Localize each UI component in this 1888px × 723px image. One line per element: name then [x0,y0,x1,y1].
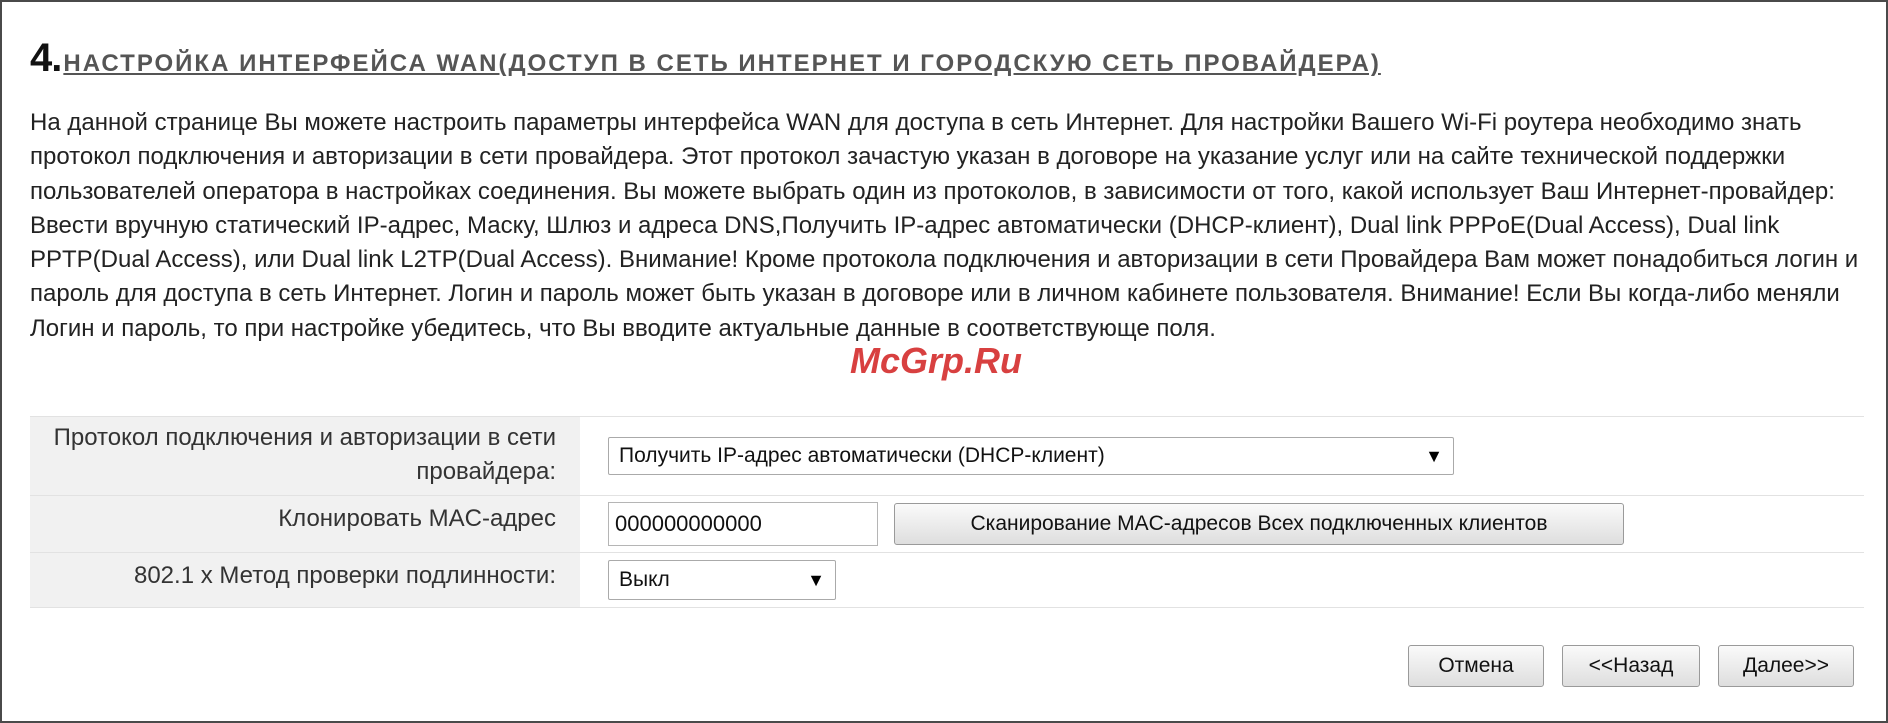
chevron-down-icon: ▼ [807,569,825,590]
protocol-selected-value: Получить IP-адрес автоматически (DHCP-кл… [619,444,1105,467]
step-number: 4. [30,36,62,80]
mac-clone-label: Клонировать MAC-адрес [30,496,580,552]
auth-method-row: 802.1 x Метод проверки подлинности: Выкл… [30,553,1864,608]
wizard-actions: Отмена <<Назад Далее>> [1408,645,1854,687]
auth-method-label: 802.1 x Метод проверки подлинности: [30,553,580,607]
auth-method-control: Выкл ▼ [580,553,1864,607]
watermark: McGrp.Ru [850,340,1023,381]
wan-settings-form: Протокол подключения и авторизации в сет… [30,416,1864,608]
wizard-panel: 4. НАСТРОЙКА ИНТЕРФЕЙСА WAN(ДОСТУП В СЕТ… [0,0,1888,723]
page-title: НАСТРОЙКА ИНТЕРФЕЙСА WAN(ДОСТУП В СЕТЬ И… [63,50,1381,77]
mac-clone-control: Сканирование MAC-адресов Всех подключенн… [580,496,1864,552]
auth-selected-value: Выкл [619,568,670,591]
cancel-button[interactable]: Отмена [1408,645,1544,687]
mac-address-input[interactable] [608,502,878,546]
protocol-label: Протокол подключения и авторизации в сет… [30,417,580,495]
back-button[interactable]: <<Назад [1562,645,1700,687]
mac-clone-row: Клонировать MAC-адрес Сканирование MAC-а… [30,496,1864,553]
protocol-select[interactable]: Получить IP-адрес автоматически (DHCP-кл… [608,437,1454,475]
chevron-down-icon: ▼ [1425,445,1443,466]
auth-method-select[interactable]: Выкл ▼ [608,560,836,600]
intro-text: На данной странице Вы можете настроить п… [30,109,1859,342]
protocol-row: Протокол подключения и авторизации в сет… [30,417,1864,496]
scan-mac-button[interactable]: Сканирование MAC-адресов Всех подключенн… [894,503,1624,545]
next-button[interactable]: Далее>> [1718,645,1854,687]
page-heading: 4. НАСТРОЙКА ИНТЕРФЕЙСА WAN(ДОСТУП В СЕТ… [30,36,1381,81]
protocol-control: Получить IP-адрес автоматически (DHCP-кл… [580,417,1864,495]
